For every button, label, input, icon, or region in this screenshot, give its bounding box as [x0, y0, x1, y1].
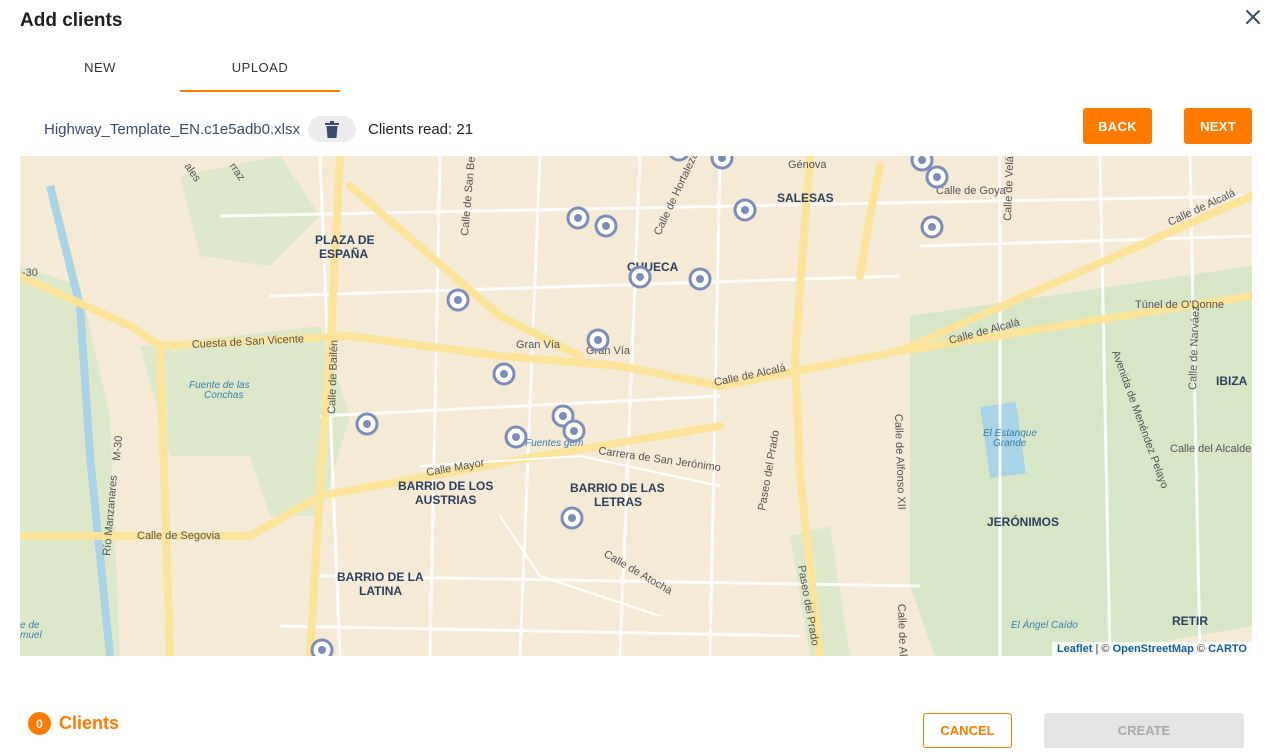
- tab-upload[interactable]: UPLOAD: [180, 50, 340, 92]
- map-marker-icon: [688, 267, 712, 291]
- label-m30-2: -30: [22, 267, 38, 279]
- label-tunel: Túnel de O'Donne: [1135, 299, 1224, 311]
- label-ibiza: IBIZA: [1216, 374, 1248, 388]
- label-jeronimos: JERÓNIMOS: [987, 514, 1059, 529]
- back-button[interactable]: BACK: [1083, 108, 1152, 144]
- map-marker-icon: [504, 425, 528, 449]
- map-attribution: Leaflet | © OpenStreetMap © CARTO: [1051, 642, 1252, 656]
- label-estanque-2: Grande: [993, 438, 1027, 449]
- dialog-title: Add clients: [20, 10, 123, 31]
- map-marker-icon: [492, 362, 516, 386]
- label-m30: M-30: [111, 435, 125, 461]
- map-marker-icon: [446, 288, 470, 312]
- map-marker-icon: [910, 156, 934, 172]
- label-angel: El Ángel Caído: [1011, 618, 1078, 631]
- map-marker-icon: [920, 215, 944, 239]
- map-marker-icon: [560, 506, 584, 530]
- clients-map[interactable]: PLAZA DE ESPAÑA SALESAS CHUECA BARRIO DE…: [20, 156, 1252, 656]
- file-name: Highway_Template_EN.c1e5adb0.xlsx: [44, 120, 300, 138]
- leaflet-link[interactable]: Leaflet: [1057, 643, 1092, 655]
- label-alcalde: Calle del Alcalde: [1170, 443, 1251, 455]
- label-salesas: SALESAS: [777, 191, 834, 205]
- label-letras-1: BARRIO DE LAS: [570, 481, 665, 495]
- label-plaza-espana-1: PLAZA DE: [315, 233, 375, 247]
- map-marker-icon: [594, 214, 618, 238]
- label-austrias-2: AUSTRIAS: [415, 493, 476, 507]
- close-icon[interactable]: [1242, 6, 1264, 28]
- map-marker-icon: [710, 156, 734, 170]
- label-austrias-1: BARRIO DE LOS: [398, 479, 493, 493]
- label-conchas-2: Conchas: [204, 390, 243, 401]
- map-marker-icon: [566, 206, 590, 230]
- clients-read-count: Clients read: 21: [367, 120, 474, 138]
- label-retiro: RETIR: [1172, 614, 1208, 628]
- map-marker-icon: [925, 165, 949, 189]
- count-badge: 0: [28, 712, 51, 735]
- tab-bar: NEW UPLOAD: [20, 50, 340, 92]
- map-marker-icon: [586, 328, 610, 352]
- map-marker-icon: [310, 638, 334, 656]
- label-plaza-espana-2: ESPAÑA: [319, 246, 368, 261]
- label-gran-via-1: Gran Vía: [516, 339, 561, 351]
- delete-file-button[interactable]: [307, 116, 356, 142]
- label-latina-2: LATINA: [359, 584, 402, 598]
- map-tiles[interactable]: PLAZA DE ESPAÑA SALESAS CHUECA BARRIO DE…: [20, 156, 1252, 656]
- label-segovia: Calle de Segovia: [137, 530, 221, 542]
- clients-counter: 0 Clients: [28, 712, 119, 735]
- add-clients-dialog: Add clients NEW UPLOAD Highway_Template_…: [0, 0, 1272, 756]
- label-samuel-2: muel: [20, 630, 42, 641]
- create-button[interactable]: CREATE: [1044, 713, 1244, 748]
- count-label: Clients: [59, 713, 120, 733]
- map-marker-icon: [733, 198, 757, 222]
- label-genova: Génova: [788, 159, 827, 171]
- uploaded-file-row: Highway_Template_EN.c1e5adb0.xlsx Client…: [44, 116, 473, 142]
- osm-link[interactable]: OpenStreetMap: [1113, 643, 1194, 655]
- attribution-separator: | ©: [1092, 643, 1113, 655]
- label-latina-1: BARRIO DE LA: [337, 570, 424, 584]
- map-marker-icon: [562, 419, 586, 443]
- map-marker-icon: [628, 265, 652, 289]
- attribution-separator-2: ©: [1193, 643, 1209, 655]
- label-alfonso-2: Calle de Alfonso: [895, 604, 910, 656]
- label-letras-2: LETRAS: [594, 495, 642, 509]
- label-goya: Calle de Goya: [936, 185, 1007, 197]
- cancel-button[interactable]: CANCEL: [923, 713, 1012, 748]
- tab-new[interactable]: NEW: [20, 50, 180, 92]
- next-button[interactable]: NEXT: [1184, 108, 1252, 144]
- trash-icon: [324, 120, 339, 138]
- carto-link[interactable]: CARTO: [1208, 643, 1247, 655]
- map-marker-icon: [355, 412, 379, 436]
